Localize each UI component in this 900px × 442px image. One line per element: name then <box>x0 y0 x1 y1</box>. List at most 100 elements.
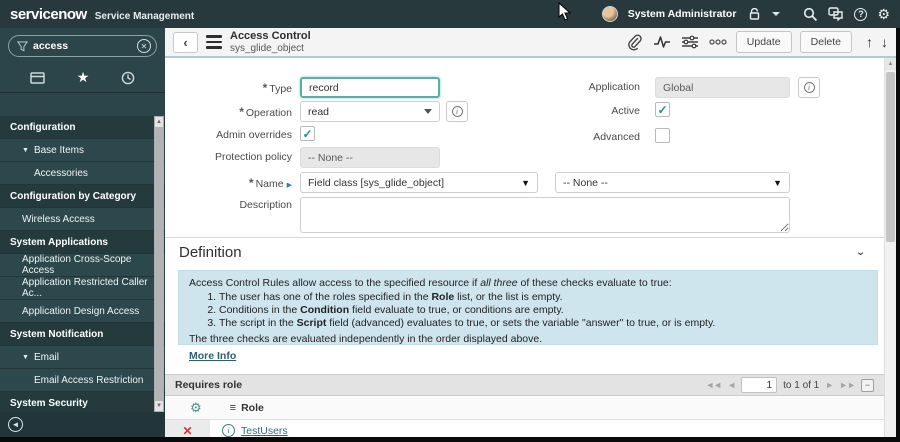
advanced-checkbox[interactable] <box>655 128 670 143</box>
servicenow-logo[interactable]: servicenow <box>10 6 87 23</box>
activity-stream-icon[interactable] <box>652 32 672 52</box>
nav-label: Configuration <box>10 121 76 133</box>
connect-chat-icon[interactable] <box>828 6 844 22</box>
label-text: Advanced <box>593 131 640 143</box>
column-label: Role <box>241 401 264 414</box>
scroll-up-icon[interactable]: ▲ <box>155 117 163 127</box>
required-icon: * <box>248 176 254 190</box>
dropdown-icon: ▼ <box>773 177 782 188</box>
user-avatar[interactable] <box>601 6 618 22</box>
type-field[interactable]: record <box>300 77 440 98</box>
application-field: Global <box>655 77 790 98</box>
scroll-down-icon[interactable]: ▼ <box>155 401 163 411</box>
list-settings-gear-icon[interactable]: ⚙ <box>190 400 202 416</box>
user-name[interactable]: System Administrator <box>628 8 737 20</box>
all-applications-icon[interactable] <box>30 71 45 84</box>
sidebar-item-system-notification[interactable]: System Notification <box>0 323 165 346</box>
scroll-up-icon[interactable]: ▲ <box>885 58 896 70</box>
active-checkbox[interactable]: ✓ <box>655 102 670 117</box>
personalize-sliders-icon[interactable] <box>680 32 700 52</box>
brand-area[interactable]: servicenow Service Management <box>10 6 194 23</box>
record-preview-info-icon[interactable]: i <box>222 424 235 437</box>
type-label: * Type <box>165 81 292 95</box>
name-field-select[interactable]: -- None -- ▼ <box>555 172 790 193</box>
settings-gear-icon[interactable]: ⚙ <box>877 7 890 21</box>
navigator-search-input[interactable] <box>33 40 132 52</box>
more-info-link[interactable]: More Info <box>189 350 236 362</box>
page-number-input[interactable] <box>741 377 778 393</box>
item-text: list, or the list is empty. <box>454 291 563 303</box>
role-link[interactable]: TestUsers <box>241 425 288 437</box>
admin-overrides-checkbox[interactable]: ✓ <box>300 126 315 141</box>
operation-value: read <box>308 105 330 118</box>
nav-label: Application Restricted Caller Ac... <box>22 277 148 299</box>
user-menu-caret-icon[interactable] <box>772 12 781 16</box>
content-scrollbar-thumb[interactable] <box>886 72 895 242</box>
collapse-list-icon[interactable]: − <box>861 378 874 392</box>
protection-policy-value: -- None -- <box>308 151 353 164</box>
sidebar-item-application-restricted-caller[interactable]: Application Restricted Caller Ac... <box>0 277 165 300</box>
global-search-icon[interactable] <box>802 6 818 22</box>
last-page-icon[interactable]: ►► <box>839 380 856 390</box>
application-info-button[interactable]: i <box>798 77 820 98</box>
sidebar-scrollbar-thumb[interactable] <box>155 127 163 401</box>
more-options-icon[interactable] <box>708 32 728 52</box>
label-text: Application <box>588 81 640 93</box>
previous-page-icon[interactable]: ◄ <box>727 380 736 390</box>
sidebar-item-wireless-access[interactable]: Wireless Access <box>0 208 165 231</box>
label-text: Protection policy <box>214 151 292 163</box>
history-clock-icon[interactable] <box>121 71 135 85</box>
sidebar-item-application-design-access[interactable]: Application Design Access <box>0 300 165 323</box>
collapse-sidebar-icon[interactable]: ◄ <box>8 417 23 432</box>
operation-select[interactable]: read <box>300 101 440 122</box>
form-context-menu-icon[interactable] <box>206 35 222 49</box>
sidebar-item-email[interactable]: ▼ Email <box>0 346 165 369</box>
section-divider <box>165 237 896 238</box>
item-bold: Role <box>431 291 455 303</box>
back-button[interactable]: ‹ <box>173 31 198 53</box>
item-text: field (advanced) evaluates to true, or s… <box>326 317 716 329</box>
sidebar-item-email-access-restriction[interactable]: Email Access Restriction <box>0 369 165 392</box>
next-page-icon[interactable]: ► <box>825 380 834 390</box>
sidebar-item-system-applications[interactable]: System Applications <box>0 231 165 254</box>
operation-label: * Operation <box>165 105 292 119</box>
operation-info-button[interactable]: i <box>446 101 468 122</box>
attachment-paperclip-icon[interactable] <box>624 32 644 52</box>
collapse-section-chevron-icon[interactable]: ⌄ <box>855 246 866 259</box>
sidebar-item-application-cross-scope-access[interactable]: Application Cross-Scope Access <box>0 254 165 277</box>
previous-record-arrow-icon[interactable]: ↑ <box>866 34 873 50</box>
navigator-search-box[interactable]: ✕ <box>8 35 157 57</box>
next-record-arrow-icon[interactable]: ↓ <box>881 34 888 50</box>
description-textarea[interactable] <box>300 197 790 233</box>
type-value: record <box>309 81 339 94</box>
name-table-select[interactable]: Field class [sys_glide_object] ▼ <box>300 172 538 193</box>
dropdown-icon: ▼ <box>521 177 530 188</box>
sidebar-item-system-security[interactable]: System Security <box>0 392 165 412</box>
item-text: field evaluate to true, or conditions ar… <box>349 304 564 316</box>
nav-label: Accessories <box>34 167 88 179</box>
sidebar-item-accessories[interactable]: Accessories <box>0 162 165 185</box>
dependent-field-arrow-icon: ▶ <box>286 182 292 189</box>
sidebar-item-configuration[interactable]: Configuration <box>0 116 165 139</box>
form-toolbar: ‹ Access Control sys_glide_object Update… <box>165 28 896 58</box>
mouse-cursor <box>558 2 571 21</box>
sidebar-scrollbar[interactable]: ▲ ▼ <box>154 116 164 412</box>
update-button[interactable]: Update <box>735 31 792 53</box>
help-icon[interactable]: ? <box>854 7 868 21</box>
top-header: servicenow Service Management System Adm… <box>0 0 900 28</box>
clear-search-icon[interactable]: ✕ <box>137 39 151 53</box>
delete-button[interactable]: Delete <box>799 31 852 53</box>
nav-label: Email Access Restriction <box>34 374 144 386</box>
sidebar-item-configuration-by-category[interactable]: Configuration by Category <box>0 185 165 208</box>
check-icon: ✓ <box>302 126 313 141</box>
expand-triangle-icon: ▼ <box>22 146 29 154</box>
first-page-icon[interactable]: ◄◄ <box>705 380 722 390</box>
sidebar-item-base-items[interactable]: ▼ Base Items <box>0 139 165 162</box>
favorites-star-icon[interactable]: ★ <box>77 69 90 86</box>
content-scrollbar[interactable]: ▲ <box>884 58 896 437</box>
role-column-header[interactable]: ≡ Role <box>230 402 264 414</box>
product-name: Service Management <box>94 10 195 22</box>
protection-policy-field: -- None -- <box>300 147 440 168</box>
elevate-roles-lock-icon[interactable] <box>746 6 762 22</box>
name-value2: -- None -- <box>563 176 608 189</box>
